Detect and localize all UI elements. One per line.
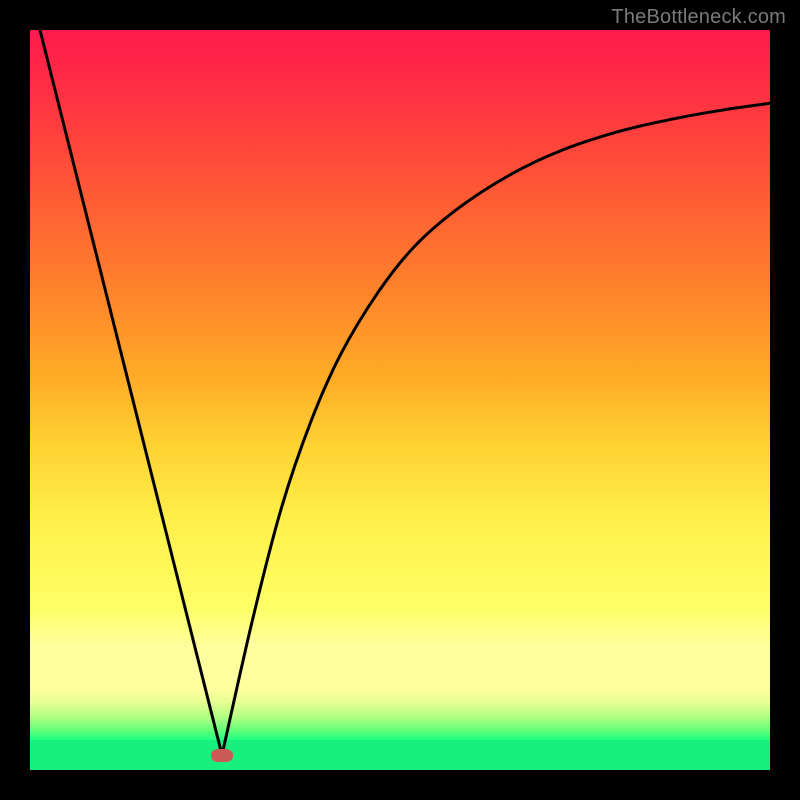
curve-right-branch <box>222 103 770 755</box>
chart-frame: TheBottleneck.com <box>0 0 800 800</box>
bottleneck-curve <box>30 30 770 770</box>
minimum-marker <box>211 749 233 762</box>
watermark-text: TheBottleneck.com <box>611 6 786 29</box>
curve-left-branch <box>40 30 222 755</box>
plot-area <box>30 30 770 770</box>
